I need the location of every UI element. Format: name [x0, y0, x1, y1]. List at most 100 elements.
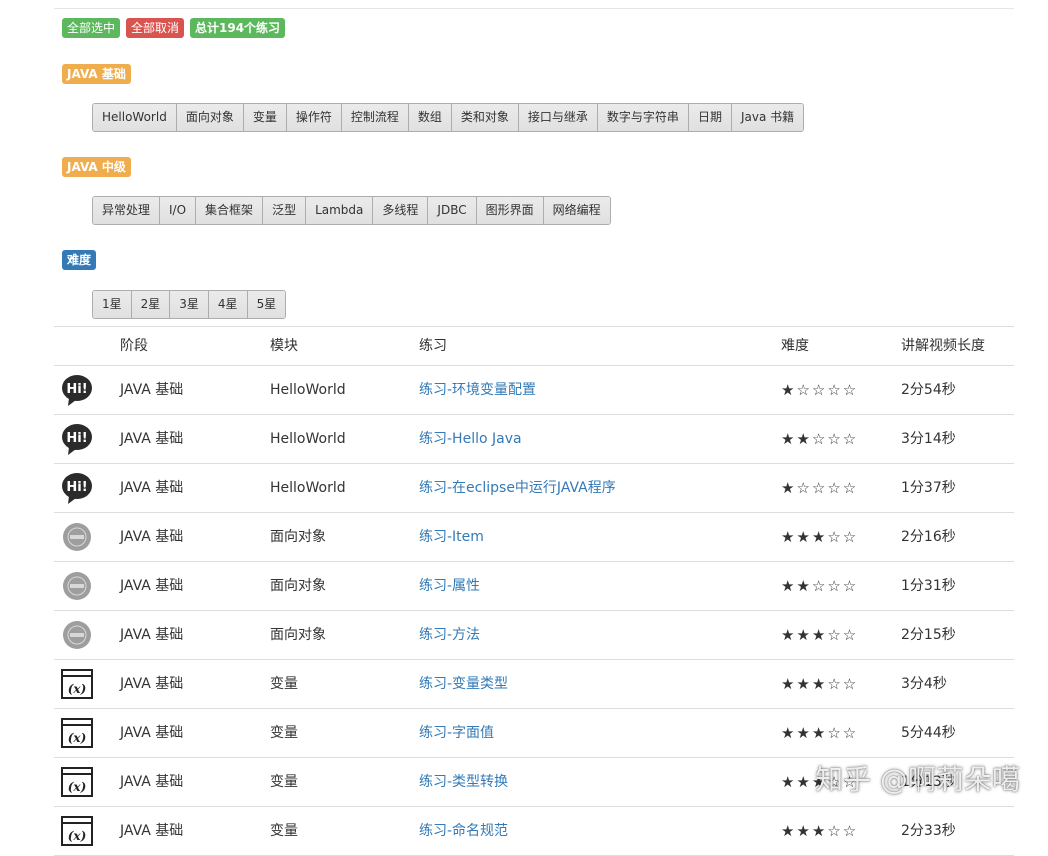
- row-difficulty-stars: ★★☆☆☆: [781, 430, 859, 448]
- row-exercise-link[interactable]: 练习-Hello Java: [419, 420, 522, 458]
- row-video-length: 2分54秒: [901, 382, 956, 398]
- row-exercise-link[interactable]: 练习-类型转换: [419, 763, 508, 801]
- basic-module-button-5[interactable]: 数组: [408, 104, 452, 131]
- row-stage: JAVA 基础: [120, 774, 184, 790]
- row-video-length: 3分4秒: [901, 676, 947, 692]
- java-intermediate-module-group: 异常处理 I/O 集合框架 泛型 Lambda 多线程 JDBC 图形界面 网络编程: [92, 196, 611, 225]
- variable-x-icon: (x): [60, 814, 94, 848]
- row-stage: JAVA 基础: [120, 823, 184, 839]
- row-module: 面向对象: [270, 578, 326, 594]
- basic-module-button-7[interactable]: 接口与继承: [518, 104, 598, 131]
- row-video-length: 3分14秒: [901, 431, 956, 447]
- header-exercise: 练习: [419, 338, 447, 354]
- select-all-button[interactable]: 全部选中: [62, 18, 121, 38]
- difficulty-button-3[interactable]: 4星: [208, 291, 248, 318]
- row-module: 变量: [270, 823, 298, 839]
- row-difficulty-stars: ★★★☆☆: [781, 528, 859, 546]
- row-difficulty-stars: ★☆☆☆☆: [781, 381, 859, 399]
- row-difficulty-stars: ★★★☆☆: [781, 675, 859, 693]
- hi-bubble-icon: Hi!: [60, 422, 94, 456]
- row-exercise-link[interactable]: 练习-Item: [419, 518, 484, 556]
- basic-module-button-0[interactable]: HelloWorld: [93, 104, 177, 131]
- svg-text:(x): (x): [68, 682, 87, 696]
- row-exercise-link[interactable]: 练习-变量类型: [419, 665, 508, 703]
- variable-x-icon: (x): [60, 667, 94, 701]
- row-difficulty-stars: ★★★☆☆: [781, 822, 859, 840]
- table-row: JAVA 基础 面向对象 练习-方法 ★★★☆☆ 2分15秒: [54, 611, 1014, 660]
- table-header-row: 阶段 模块 练习 难度 讲解视频长度: [54, 327, 1014, 366]
- row-stage: JAVA 基础: [120, 382, 184, 398]
- row-difficulty-stars: ★☆☆☆☆: [781, 479, 859, 497]
- intermediate-module-button-8[interactable]: 网络编程: [543, 197, 610, 224]
- row-difficulty-stars: ★★★☆☆: [781, 724, 859, 742]
- row-video-length: 2分16秒: [901, 529, 956, 545]
- intermediate-module-button-7[interactable]: 图形界面: [476, 197, 544, 224]
- total-count-badge: 总计194个练习: [190, 18, 286, 38]
- row-module: 面向对象: [270, 529, 326, 545]
- basic-module-button-4[interactable]: 控制流程: [341, 104, 409, 131]
- variable-x-icon: (x): [60, 765, 94, 799]
- basic-module-button-1[interactable]: 面向对象: [176, 104, 244, 131]
- header-module: 模块: [270, 338, 298, 354]
- row-stage: JAVA 基础: [120, 725, 184, 741]
- table-row: (x) JAVA 基础 变量 练习-字面值 ★★★☆☆ 5分44秒: [54, 709, 1014, 758]
- header-difficulty: 难度: [781, 338, 809, 354]
- oop-circle-icon: [60, 618, 94, 652]
- section-label-java-intermediate: JAVA 中级: [62, 157, 131, 177]
- watermark: 知乎 @啊莉朵噶: [815, 763, 1020, 796]
- row-difficulty-stars: ★★☆☆☆: [781, 577, 859, 595]
- intermediate-module-button-2[interactable]: 集合框架: [196, 197, 264, 224]
- row-stage: JAVA 基础: [120, 431, 184, 447]
- row-exercise-link[interactable]: 练习-命名规范: [419, 812, 508, 850]
- difficulty-button-2[interactable]: 3星: [170, 291, 209, 318]
- difficulty-button-1[interactable]: 2星: [131, 291, 171, 318]
- table-row: (x) JAVA 基础 变量 练习-变量类型 ★★★☆☆ 3分4秒: [54, 660, 1014, 709]
- header-video-length: 讲解视频长度: [901, 338, 985, 354]
- row-exercise-link[interactable]: 练习-字面值: [419, 714, 494, 752]
- oop-circle-icon: [60, 520, 94, 554]
- basic-module-button-2[interactable]: 变量: [243, 104, 287, 131]
- row-module: HelloWorld: [270, 382, 346, 398]
- row-stage: JAVA 基础: [120, 480, 184, 496]
- basic-module-button-9[interactable]: 日期: [688, 104, 732, 131]
- row-video-length: 2分33秒: [901, 823, 956, 839]
- table-row: JAVA 基础 面向对象 练习-属性 ★★☆☆☆ 1分31秒: [54, 562, 1014, 611]
- row-module: 变量: [270, 725, 298, 741]
- intermediate-module-button-0[interactable]: 异常处理: [93, 197, 161, 224]
- row-exercise-link[interactable]: 练习-属性: [419, 567, 480, 605]
- difficulty-button-4[interactable]: 5星: [247, 291, 286, 318]
- row-stage: JAVA 基础: [120, 578, 184, 594]
- svg-text:Hi!: Hi!: [66, 382, 87, 397]
- cancel-all-button[interactable]: 全部取消: [126, 18, 185, 38]
- table-row: Hi! JAVA 基础 HelloWorld 练习-在eclipse中运行JAVA程序…: [54, 464, 1014, 513]
- row-module: HelloWorld: [270, 480, 346, 496]
- row-module: HelloWorld: [270, 431, 346, 447]
- intermediate-module-button-5[interactable]: 多线程: [373, 197, 429, 224]
- basic-module-button-6[interactable]: 类和对象: [451, 104, 519, 131]
- difficulty-button-0[interactable]: 1星: [93, 291, 132, 318]
- table-row: (x) JAVA 基础 变量 练习-命名规范 ★★★☆☆ 2分33秒: [54, 807, 1014, 856]
- row-stage: JAVA 基础: [120, 627, 184, 643]
- difficulty-label: 难度: [62, 250, 97, 270]
- row-exercise-link[interactable]: 练习-方法: [419, 616, 480, 654]
- row-video-length: 1分37秒: [901, 480, 956, 496]
- intermediate-module-button-6[interactable]: JDBC: [428, 197, 477, 224]
- basic-module-button-10[interactable]: Java 书籍: [731, 104, 804, 131]
- hi-bubble-icon: Hi!: [60, 471, 94, 505]
- intermediate-module-button-3[interactable]: 泛型: [263, 197, 307, 224]
- row-module: 变量: [270, 774, 298, 790]
- basic-module-button-8[interactable]: 数字与字符串: [597, 104, 689, 131]
- basic-module-button-3[interactable]: 操作符: [286, 104, 342, 131]
- svg-text:(x): (x): [68, 780, 87, 794]
- intermediate-module-button-4[interactable]: Lambda: [306, 197, 374, 224]
- svg-text:(x): (x): [68, 731, 87, 745]
- row-difficulty-stars: ★★★☆☆: [781, 626, 859, 644]
- intermediate-module-button-1[interactable]: I/O: [160, 197, 197, 224]
- row-video-length: 2分15秒: [901, 627, 956, 643]
- row-stage: JAVA 基础: [120, 676, 184, 692]
- row-exercise-link[interactable]: 练习-环境变量配置: [419, 371, 536, 409]
- row-exercise-link[interactable]: 练习-在eclipse中运行JAVA程序: [419, 469, 616, 507]
- table-row: Hi! JAVA 基础 HelloWorld 练习-Hello Java ★★☆☆☆ 3分…: [54, 415, 1014, 464]
- svg-text:Hi!: Hi!: [66, 431, 87, 446]
- table-row: Hi! JAVA 基础 HelloWorld 练习-环境变量配置 ★☆☆☆☆ 2分54秒: [54, 366, 1014, 415]
